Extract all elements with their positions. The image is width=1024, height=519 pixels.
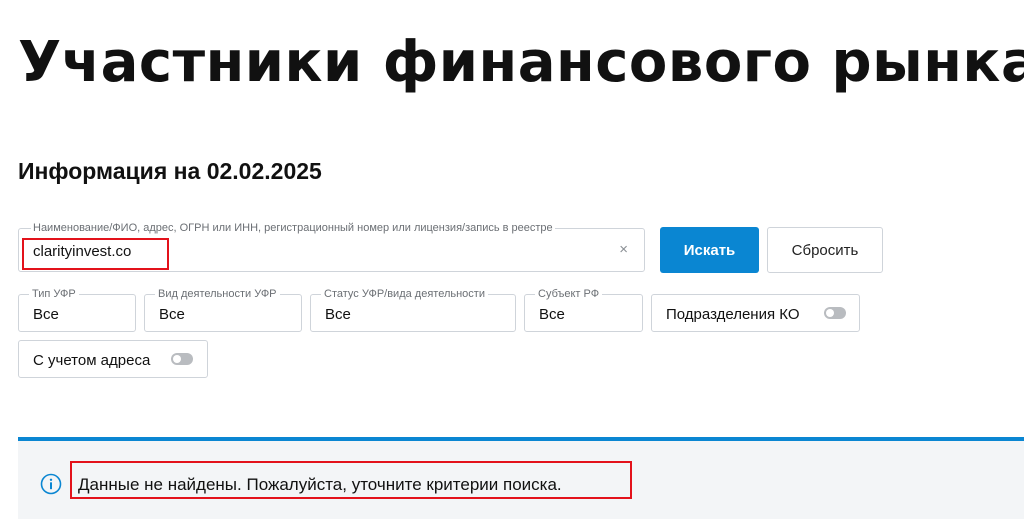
page-title: Участники финансового рынка <box>18 30 1024 95</box>
branches-toggle-label: Подразделения КО <box>666 306 800 323</box>
filter-subject-value: Все <box>539 306 565 323</box>
filter-ufr-type[interactable]: Тип УФР Все <box>18 288 136 332</box>
branches-switch[interactable] <box>824 307 846 319</box>
filter-subject-label: Субъект РФ <box>535 288 603 300</box>
search-field-label: Наименование/ФИО, адрес, ОГРН или ИНН, р… <box>31 222 555 234</box>
filter-status-label: Статус УФР/вида деятельности <box>321 288 488 300</box>
search-input[interactable] <box>33 243 593 260</box>
filter-activity-type-value: Все <box>159 306 185 323</box>
info-icon <box>40 473 62 495</box>
no-results-message: Данные не найдены. Пожалуйста, уточните … <box>78 475 562 494</box>
page: Участники финансового рынка Информация н… <box>0 0 1024 519</box>
no-results-notice: Данные не найдены. Пожалуйста, уточните … <box>18 437 1024 519</box>
address-toggle-label: С учетом адреса <box>33 352 151 369</box>
search-button[interactable]: Искать <box>660 227 759 273</box>
filter-activity-type-label: Вид деятельности УФР <box>155 288 280 300</box>
clear-icon[interactable]: × <box>619 241 628 258</box>
address-switch[interactable] <box>171 353 193 365</box>
address-toggle[interactable]: С учетом адреса <box>18 340 208 378</box>
reset-button[interactable]: Сбросить <box>767 227 883 273</box>
filter-ufr-type-label: Тип УФР <box>29 288 79 300</box>
filter-ufr-type-value: Все <box>33 306 59 323</box>
info-date: Информация на 02.02.2025 <box>18 158 322 184</box>
search-field[interactable]: Наименование/ФИО, адрес, ОГРН или ИНН, р… <box>18 222 645 272</box>
filter-status-value: Все <box>325 306 351 323</box>
filter-status[interactable]: Статус УФР/вида деятельности Все <box>310 288 516 332</box>
filter-activity-type[interactable]: Вид деятельности УФР Все <box>144 288 302 332</box>
filter-subject[interactable]: Субъект РФ Все <box>524 288 643 332</box>
branches-toggle[interactable]: Подразделения КО <box>651 294 860 332</box>
